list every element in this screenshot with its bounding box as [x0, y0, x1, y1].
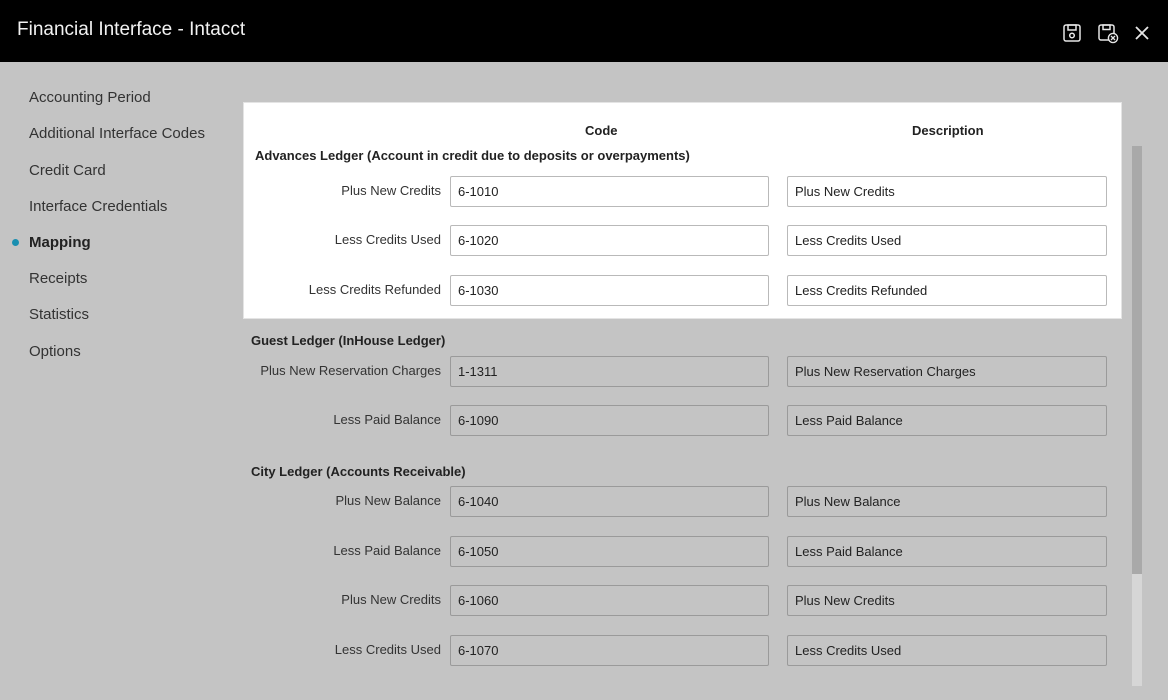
city-ledger-title: City Ledger (Accounts Receivable) [251, 464, 466, 479]
description-input[interactable] [787, 486, 1107, 517]
window-title: Financial Interface - Intacct [17, 19, 246, 40]
save-and-close-button[interactable] [1097, 22, 1119, 44]
code-input[interactable] [450, 275, 769, 306]
code-column-header: Code [585, 123, 618, 138]
sidebar-item-receipts[interactable]: Receipts [29, 270, 87, 287]
code-input[interactable] [450, 225, 769, 256]
advances-ledger-title: Advances Ledger (Account in credit due t… [255, 148, 690, 163]
sidebar-item-options[interactable]: Options [29, 343, 81, 360]
sidebar-nav: Accounting Period Additional Interface C… [0, 62, 224, 700]
sidebar-item-statistics[interactable]: Statistics [29, 306, 89, 323]
row-label: Less Paid Balance [333, 412, 441, 427]
code-input[interactable] [450, 486, 769, 517]
sidebar-item-additional-interface-codes[interactable]: Additional Interface Codes [29, 125, 205, 142]
row-label: Plus New Credits [341, 592, 441, 607]
save-icon [1063, 24, 1081, 42]
code-input[interactable] [450, 176, 769, 207]
sidebar-item-interface-credentials[interactable]: Interface Credentials [29, 198, 167, 215]
description-input[interactable] [787, 356, 1107, 387]
description-input[interactable] [787, 405, 1107, 436]
description-input[interactable] [787, 176, 1107, 207]
row-label: Plus New Credits [341, 183, 441, 198]
row-label: Less Credits Used [334, 232, 441, 247]
mapping-content: Code Description Advances Ledger (Accoun… [224, 62, 1168, 700]
save-and-close-icon [1098, 24, 1119, 44]
description-input[interactable] [787, 225, 1107, 256]
code-input[interactable] [450, 635, 769, 666]
sidebar-item-accounting-period[interactable]: Accounting Period [29, 89, 151, 106]
sidebar-item-credit-card[interactable]: Credit Card [29, 162, 106, 179]
code-input[interactable] [450, 585, 769, 616]
description-input[interactable] [787, 536, 1107, 567]
row-label: Plus New Balance [335, 493, 442, 508]
scrollbar-thumb[interactable] [1132, 146, 1142, 574]
guest-ledger-title: Guest Ledger (InHouse Ledger) [251, 333, 446, 348]
row-label: Less Credits Refunded [308, 282, 441, 297]
title-bar: Financial Interface - Intacct [0, 0, 1168, 62]
description-input[interactable] [787, 275, 1107, 306]
code-input[interactable] [450, 356, 769, 387]
advances-ledger-panel: Code Description Advances Ledger (Accoun… [244, 103, 1121, 318]
sidebar-item-mapping[interactable]: Mapping [29, 234, 91, 251]
save-button[interactable] [1061, 22, 1083, 44]
row-label: Less Credits Used [334, 642, 441, 657]
close-button[interactable] [1131, 22, 1153, 44]
description-input[interactable] [787, 585, 1107, 616]
code-input[interactable] [450, 405, 769, 436]
row-label: Less Paid Balance [333, 543, 441, 558]
close-icon [1135, 26, 1149, 40]
active-indicator-dot [12, 239, 19, 246]
description-input[interactable] [787, 635, 1107, 666]
row-label: Plus New Reservation Charges [260, 363, 441, 378]
code-input[interactable] [450, 536, 769, 567]
description-column-header: Description [912, 123, 984, 138]
